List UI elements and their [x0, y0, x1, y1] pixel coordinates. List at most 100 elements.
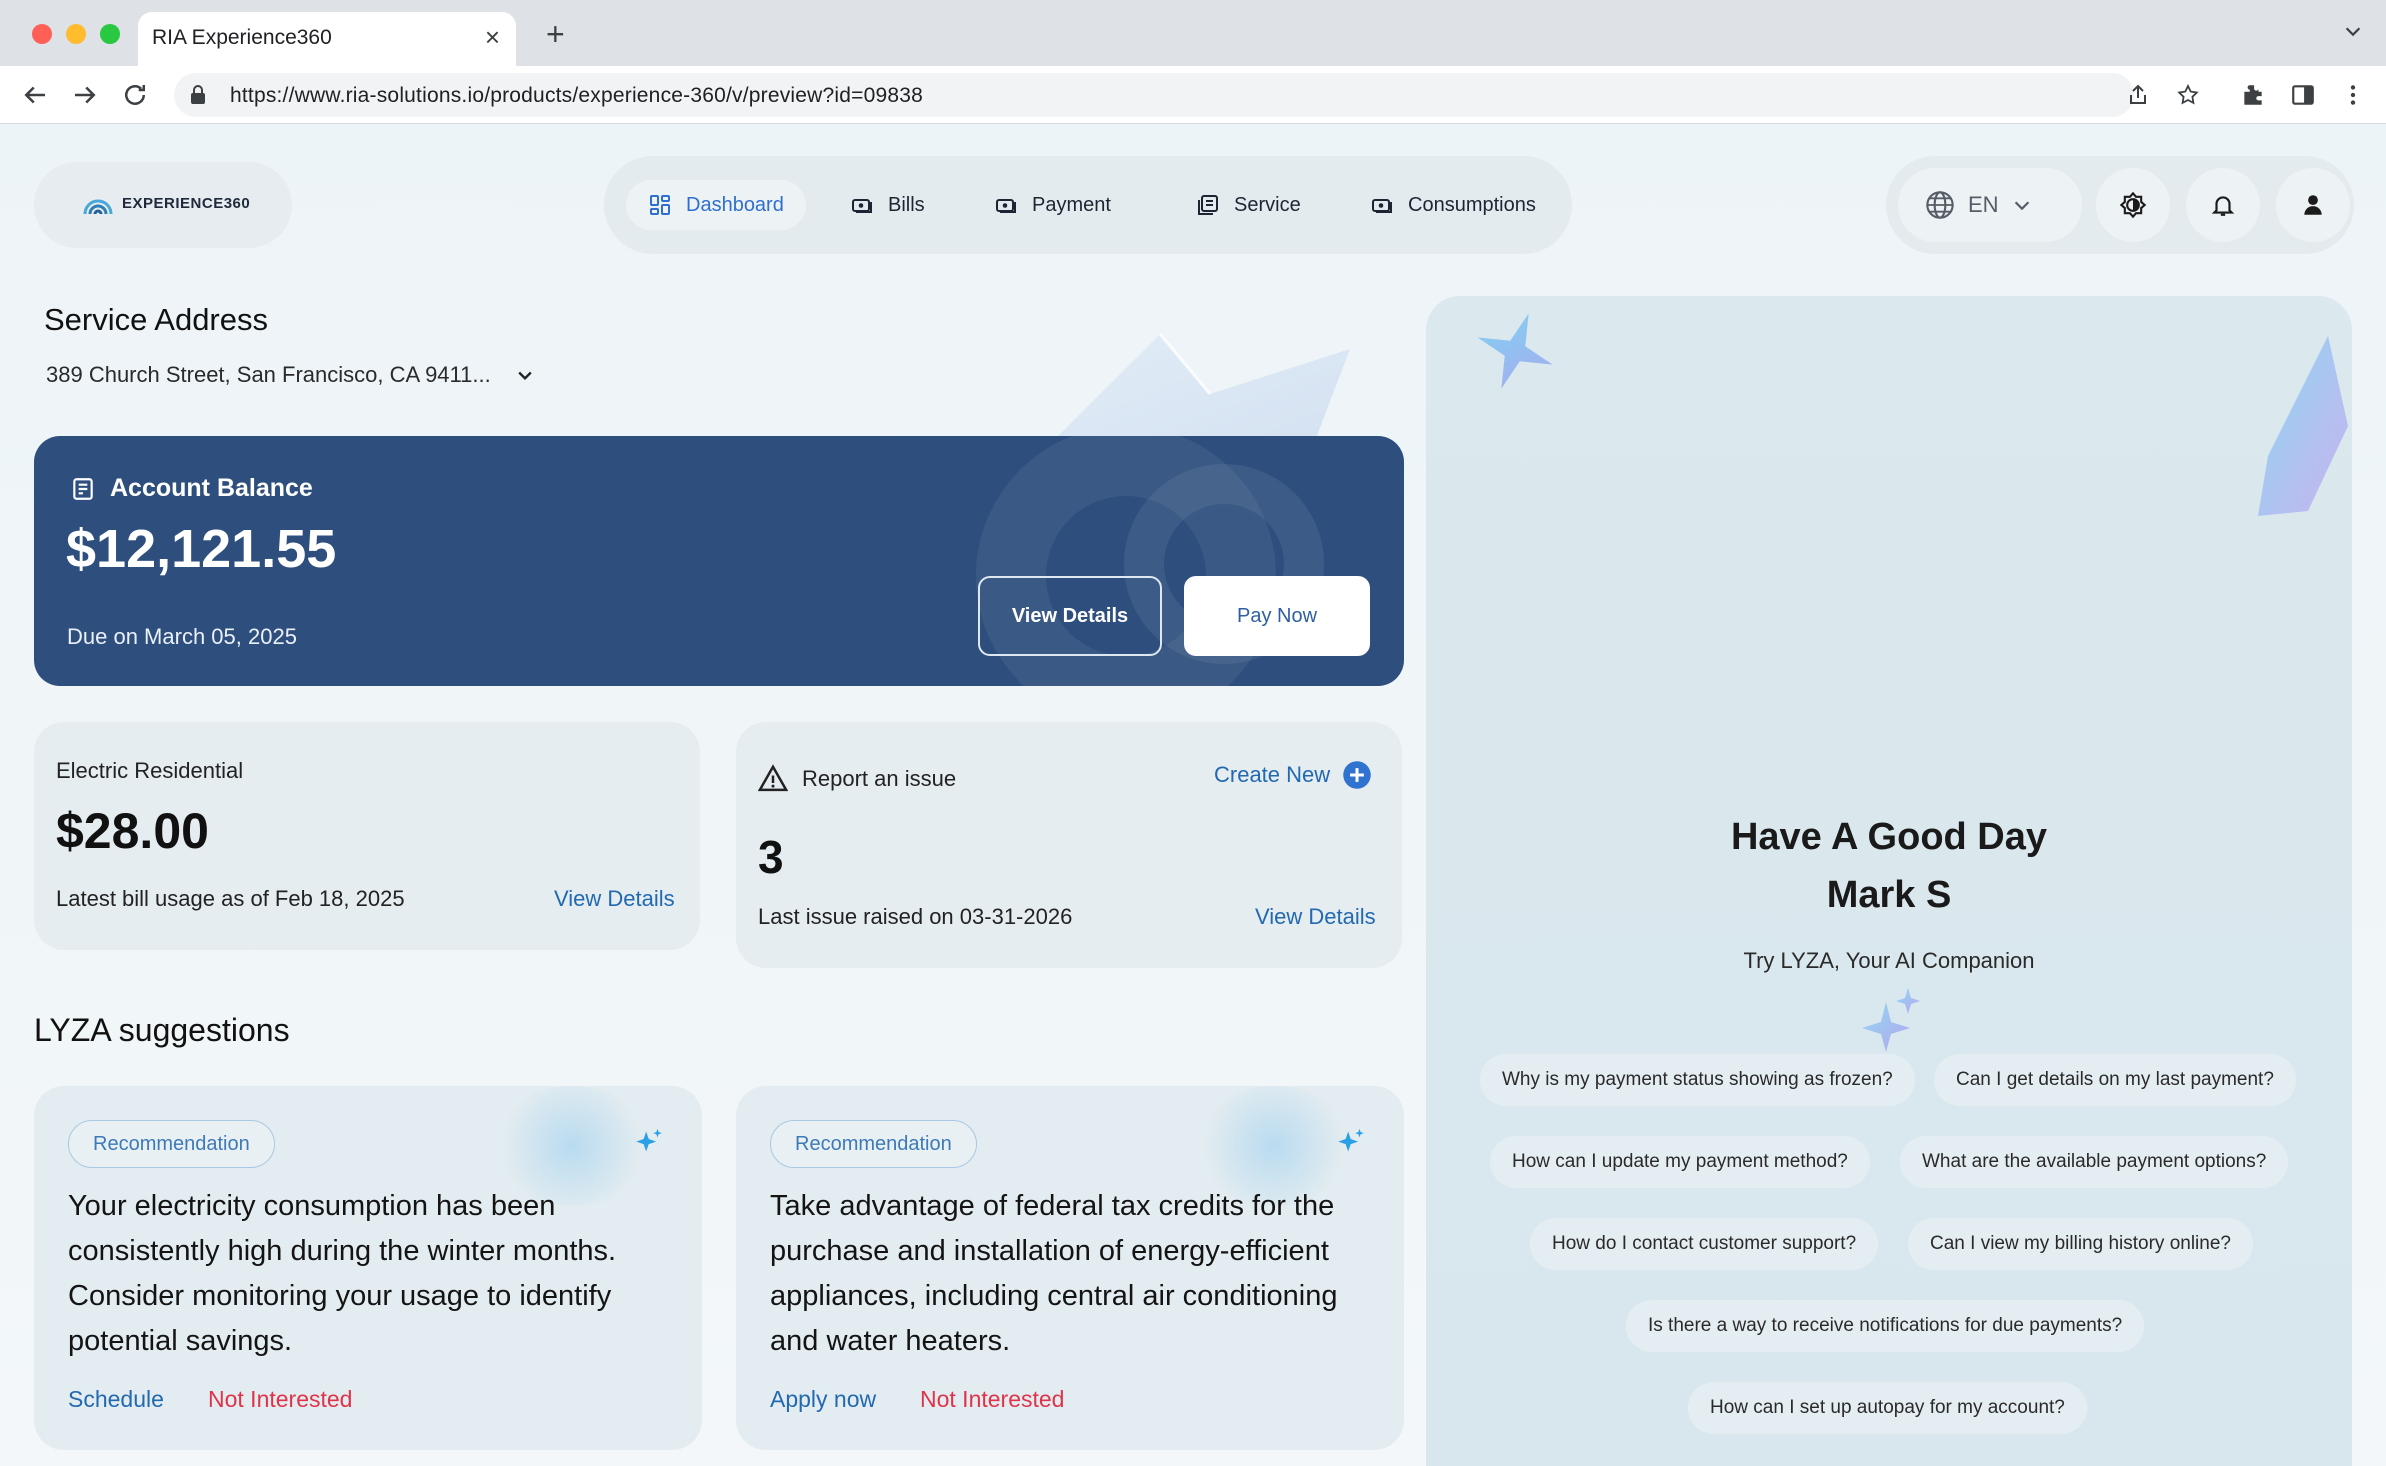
suggested-question-chip[interactable]: How can I update my payment method? [1490, 1136, 1870, 1188]
nav-service[interactable]: Service [1174, 180, 1323, 230]
suggestion-text: Your electricity consumption has been co… [68, 1190, 617, 1357]
nav-dashboard-label: Dashboard [686, 193, 784, 216]
minimize-window-button[interactable] [66, 24, 86, 44]
suggested-question-chip[interactable]: What are the available payment options? [1900, 1136, 2289, 1188]
utility-bar: EN [1886, 156, 2354, 254]
suggestion-text: Take advantage of federal tax credits fo… [770, 1190, 1338, 1357]
apply-now-link[interactable]: Apply now [770, 1386, 876, 1413]
sparkle-icon [636, 1128, 662, 1152]
electric-residential-label: Electric Residential [56, 758, 244, 783]
main-nav: Dashboard Bills Payment Service Consumpt… [604, 156, 1572, 254]
view-details-button[interactable]: View Details [978, 576, 1162, 656]
brightness-icon [2119, 191, 2147, 219]
greeting-user-name: Mark S [1826, 874, 1952, 916]
browser-menu-icon[interactable] [2340, 82, 2366, 108]
browser-tab-bar: RIA Experience360 × + [0, 0, 2386, 66]
nav-payment-label: Payment [1032, 193, 1111, 216]
plus-circle-icon [1343, 761, 1371, 789]
suggested-question-chip[interactable]: Why is my payment status showing as froz… [1480, 1054, 1915, 1106]
chevron-down-icon [2014, 201, 2029, 211]
recommendation-badge: Recommendation [770, 1120, 977, 1168]
reload-icon[interactable] [120, 80, 150, 110]
nav-bills[interactable]: Bills [828, 180, 947, 230]
electric-residential-amount: $28.00 [56, 803, 209, 859]
recommendation-badge: Recommendation [68, 1120, 275, 1168]
electric-residential-card: Electric Residential $28.00 Latest bill … [34, 722, 700, 950]
create-new-issue-button[interactable]: Create New [1214, 760, 1372, 790]
notifications-button[interactable] [2186, 168, 2260, 242]
suggested-question-chip[interactable]: How do I contact customer support? [1530, 1218, 1879, 1270]
sparkle-icon [1338, 1128, 1364, 1152]
report-issue-sub: Last issue raised on 03-31-2026 [758, 904, 1073, 929]
create-new-label: Create New [1214, 762, 1331, 787]
new-tab-icon[interactable]: + [546, 18, 565, 50]
suggested-question-chip[interactable]: Can I get details on my last payment? [1934, 1054, 2296, 1106]
nav-consumptions[interactable]: Consumptions [1348, 180, 1558, 230]
suggested-question-chip[interactable]: How can I set up autopay for my account? [1688, 1382, 2087, 1434]
not-interested-link[interactable]: Not Interested [208, 1386, 352, 1413]
account-balance-card: Account Balance $12,121.55 Due on March … [34, 436, 1404, 686]
bookmark-star-icon[interactable] [2176, 83, 2200, 107]
warning-icon [758, 764, 788, 792]
url-text: https://www.ria-solutions.io/products/ex… [230, 84, 923, 107]
service-address-value: 389 Church Street, San Francisco, CA 941… [46, 362, 491, 387]
sparkle-icon [1862, 988, 1920, 1052]
service-address-selector[interactable]: 389 Church Street, San Francisco, CA 941… [46, 362, 535, 388]
account-balance-label-text: Account Balance [110, 474, 313, 502]
grid-icon [650, 195, 670, 215]
greeting-line-1: Have A Good Day [1730, 816, 2048, 858]
issue-count: 3 [758, 831, 784, 883]
account-balance-amount: $12,121.55 [66, 519, 337, 579]
suggested-question-chip[interactable]: Can I view my billing history online? [1908, 1218, 2253, 1270]
account-balance-label: Account Balance [70, 474, 313, 503]
suggestion-card: Recommendation Take advantage of federal… [736, 1086, 1404, 1450]
decorative-glass-shape [2258, 336, 2348, 516]
bill-icon [852, 199, 872, 213]
service-icon [1198, 195, 1218, 215]
tab-title: RIA Experience360 [152, 26, 332, 49]
receipt-icon [73, 477, 93, 500]
service-address-title: Service Address [44, 302, 268, 337]
close-window-button[interactable] [32, 24, 52, 44]
language-code: EN [1968, 192, 1999, 217]
report-issue-label: Report an issue [802, 766, 957, 791]
app-page: EXPERIENCE360 Dashboard Bills Payment Se… [0, 124, 2386, 1466]
nav-payment[interactable]: Payment [972, 180, 1133, 230]
issue-view-details-link[interactable]: View Details [1255, 904, 1376, 930]
pay-now-button[interactable]: Pay Now [1184, 576, 1370, 656]
globe-icon [1926, 191, 1954, 219]
electric-view-details-link[interactable]: View Details [554, 886, 675, 912]
address-bar[interactable]: https://www.ria-solutions.io/products/ex… [174, 73, 2199, 117]
tab-close-icon[interactable]: × [485, 24, 500, 50]
suggested-question-chip[interactable]: Is there a way to receive notifications … [1626, 1300, 2145, 1352]
nav-dashboard[interactable]: Dashboard [626, 180, 806, 230]
share-icon[interactable] [2126, 83, 2150, 107]
language-selector[interactable]: EN [1898, 168, 2082, 242]
bell-icon [2211, 196, 2235, 216]
schedule-link[interactable]: Schedule [68, 1386, 164, 1413]
suggestion-card: Recommendation Your electricity consumpt… [34, 1086, 702, 1450]
theme-toggle-button[interactable] [2096, 168, 2170, 242]
maximize-window-button[interactable] [100, 24, 120, 44]
ai-companion-tagline: Try LYZA, Your AI Companion [1743, 948, 2035, 973]
decorative-star-icon [1477, 313, 1553, 389]
forward-icon[interactable] [70, 80, 100, 110]
electric-residential-sub: Latest bill usage as of Feb 18, 2025 [56, 886, 405, 911]
window-controls [32, 24, 120, 44]
logo-text: EXPERIENCE360 [122, 195, 251, 212]
chevron-down-icon [518, 371, 532, 380]
logo[interactable]: EXPERIENCE360 [34, 162, 292, 248]
user-icon [2304, 195, 2322, 215]
ai-companion-panel: Have A Good Day Mark S Try LYZA, Your AI… [1426, 296, 2352, 1466]
nav-consumptions-label: Consumptions [1408, 193, 1536, 216]
back-icon[interactable] [20, 80, 50, 110]
tab-search-chevron-icon[interactable] [2342, 20, 2364, 42]
profile-button[interactable] [2276, 168, 2350, 242]
lock-icon[interactable] [188, 84, 208, 106]
lyza-suggestions-title: LYZA suggestions [34, 1012, 290, 1048]
browser-tab[interactable]: RIA Experience360 × [138, 12, 516, 66]
extensions-icon[interactable] [2240, 82, 2266, 108]
not-interested-link[interactable]: Not Interested [920, 1386, 1064, 1413]
side-panel-icon[interactable] [2290, 82, 2316, 108]
report-issue-card: Report an issue Create New 3 Last issue … [736, 722, 1402, 968]
